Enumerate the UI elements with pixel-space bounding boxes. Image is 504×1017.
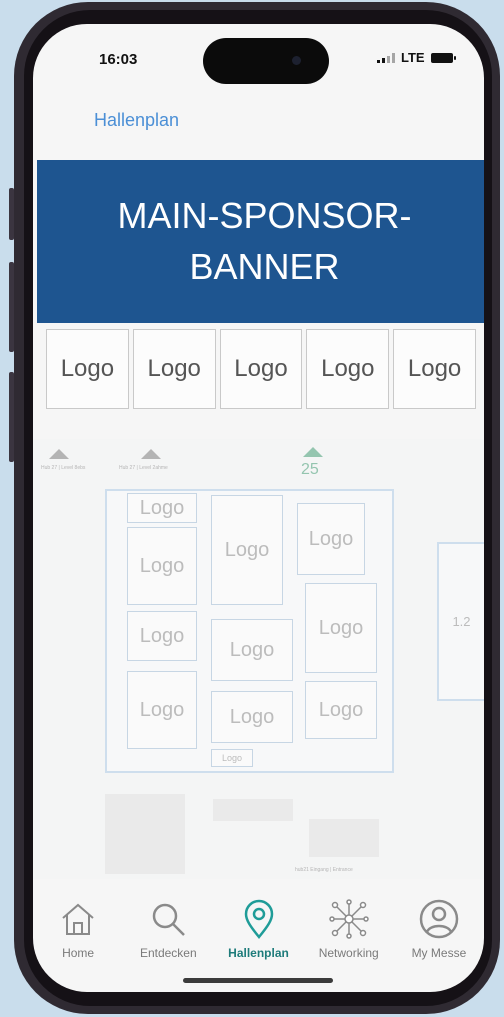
sponsor-banner[interactable]: MAIN-SPONSOR-BANNER bbox=[37, 160, 484, 323]
tab-hallenplan[interactable]: Hallenplan bbox=[213, 896, 303, 976]
booth-logo[interactable]: Logo bbox=[305, 583, 377, 673]
sponsor-logo[interactable]: Logo bbox=[132, 329, 216, 409]
booth-logo[interactable]: Logo bbox=[211, 749, 253, 767]
hall-area: Logo Logo Logo Logo Logo Logo Logo Logo … bbox=[105, 489, 394, 773]
tab-label: Networking bbox=[318, 946, 379, 960]
tab-bar: Home Entdecken Hallenplan Networking My … bbox=[33, 896, 484, 976]
volume-up-button bbox=[9, 262, 14, 352]
action-button bbox=[9, 188, 14, 240]
status-time: 16:03 bbox=[99, 51, 138, 68]
sponsor-logo[interactable]: Logo bbox=[46, 329, 129, 409]
entrance-label: hub21 Eingang | Entrance bbox=[295, 867, 353, 873]
booth-logo[interactable]: Logo bbox=[211, 619, 293, 681]
dynamic-island bbox=[203, 38, 329, 84]
tab-label: Entdecken bbox=[139, 946, 197, 960]
tab-label: Home bbox=[62, 946, 95, 960]
entrance-arrow-icon bbox=[141, 449, 161, 459]
gate-number: 25 bbox=[301, 461, 319, 478]
tab-home[interactable]: Home bbox=[33, 896, 123, 976]
tab-networking[interactable]: Networking bbox=[304, 896, 394, 976]
entrance-arrow-icon bbox=[49, 449, 69, 459]
tab-entdecken[interactable]: Entdecken bbox=[123, 896, 213, 976]
gate-arrow-icon bbox=[303, 447, 323, 457]
tab-label: My Messe bbox=[411, 946, 467, 960]
network-type: LTE bbox=[401, 50, 425, 65]
signal-icon bbox=[377, 52, 395, 63]
hall-map[interactable]: Hub 27 | Level 8ebs Hub 27 | Level 2ahme… bbox=[33, 439, 484, 879]
booth-logo[interactable]: Logo bbox=[297, 503, 365, 575]
network-icon bbox=[327, 897, 371, 941]
location-pin-icon bbox=[237, 897, 281, 941]
status-indicators: LTE bbox=[377, 50, 456, 65]
camera-icon bbox=[292, 56, 301, 65]
search-icon bbox=[146, 897, 190, 941]
battery-icon bbox=[430, 52, 456, 63]
tab-label: Hallenplan bbox=[228, 946, 289, 960]
service-area bbox=[309, 819, 379, 857]
volume-down-button bbox=[9, 372, 14, 462]
page-title: Hallenplan bbox=[94, 110, 180, 130]
map-label: Hub 27 | Level 2ahme bbox=[119, 465, 168, 471]
booth-logo[interactable]: Logo bbox=[127, 493, 197, 523]
service-area bbox=[213, 799, 293, 821]
booth-logo[interactable]: Logo bbox=[211, 691, 293, 743]
home-indicator bbox=[183, 978, 333, 983]
app-screen: 16:03 LTE Hallenplan MAIN-SPONSOR-BANNER… bbox=[33, 24, 484, 992]
home-icon bbox=[56, 897, 100, 941]
sponsor-logo[interactable]: Logo bbox=[306, 329, 390, 409]
booth-logo[interactable]: Logo bbox=[211, 495, 283, 605]
sponsor-logo[interactable]: Logo bbox=[393, 329, 476, 409]
booth-logo[interactable]: Logo bbox=[127, 527, 197, 605]
side-hall[interactable]: 1.2 bbox=[437, 542, 484, 701]
user-icon bbox=[417, 897, 461, 941]
service-area bbox=[105, 794, 185, 874]
booth-logo[interactable]: Logo bbox=[127, 671, 197, 749]
tab-my-messe[interactable]: My Messe bbox=[394, 896, 484, 976]
sponsor-logo[interactable]: Logo bbox=[219, 329, 303, 409]
booth-logo[interactable]: Logo bbox=[305, 681, 377, 739]
sponsor-banner-text: MAIN-SPONSOR-BANNER bbox=[117, 195, 412, 287]
booth-logo[interactable]: Logo bbox=[127, 611, 197, 661]
map-label: Hub 27 | Level 8ebs bbox=[41, 465, 86, 471]
sponsor-logo-row: Logo Logo Logo Logo Logo bbox=[46, 329, 476, 409]
